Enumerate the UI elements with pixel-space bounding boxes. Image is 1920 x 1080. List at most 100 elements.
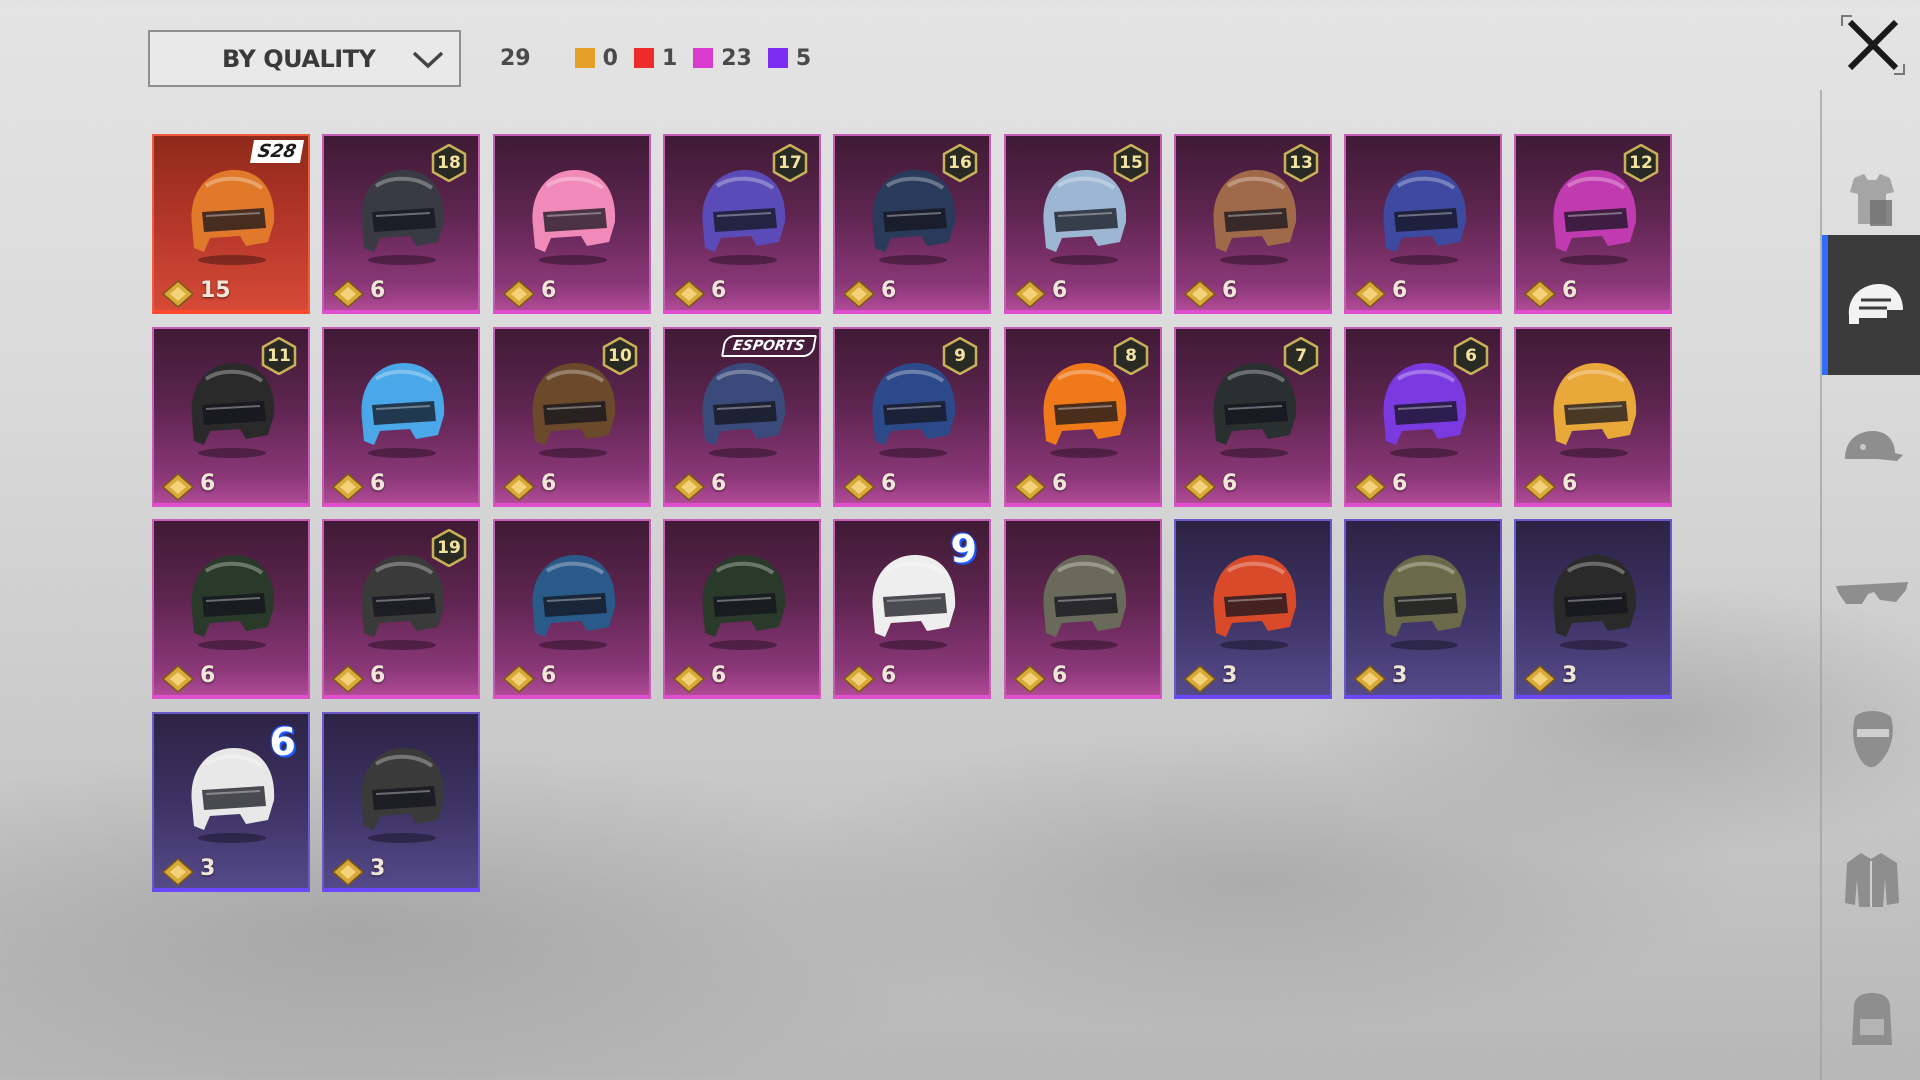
- helmet-image: [1383, 555, 1467, 650]
- quality-swatch-epic: [693, 48, 714, 68]
- helmet-image: [1553, 555, 1637, 650]
- outfit-icon: [1850, 174, 1894, 226]
- item-price: 3: [200, 856, 216, 881]
- item-price: 6: [1562, 278, 1578, 303]
- helmet-card[interactable]: 6 ESPORTS: [663, 327, 821, 507]
- item-price: 6: [1052, 663, 1068, 688]
- shard-currency-icon: [1524, 280, 1556, 308]
- shard-currency-icon: [162, 665, 194, 693]
- helmet-card[interactable]: 69: [833, 327, 991, 507]
- shard-currency-icon: [1524, 665, 1556, 693]
- shard-currency-icon: [332, 858, 364, 886]
- helmet-card[interactable]: 67: [1174, 327, 1332, 507]
- sidebar-item-helmet[interactable]: [1822, 235, 1920, 375]
- sidebar-item-glasses[interactable]: [1822, 524, 1920, 664]
- shard-currency-icon: [332, 473, 364, 501]
- season-tag: S28: [249, 140, 305, 163]
- helmet-card[interactable]: 6: [152, 519, 310, 699]
- close-button[interactable]: [1838, 12, 1908, 78]
- shard-currency-icon: [332, 280, 364, 308]
- shard-currency-icon: [673, 280, 705, 308]
- item-price: 6: [200, 663, 216, 688]
- jacket-icon: [1845, 853, 1899, 907]
- helmet-card[interactable]: 15 S28: [152, 134, 310, 314]
- helmet-card[interactable]: 3: [1174, 519, 1332, 699]
- helmet-card[interactable]: 66: [1344, 327, 1502, 507]
- item-price: 6: [1222, 278, 1238, 303]
- helmet-card[interactable]: 6 15: [1004, 134, 1162, 314]
- level-badge: 13: [1282, 144, 1320, 182]
- helmet-image: [191, 170, 275, 265]
- sidebar-item-jacket[interactable]: [1822, 810, 1920, 950]
- helmet-card[interactable]: 6 11: [152, 327, 310, 507]
- item-price: 6: [881, 663, 897, 688]
- cap-icon: [1845, 431, 1903, 461]
- level-badge: 17: [771, 144, 809, 182]
- item-price: 3: [1562, 663, 1578, 688]
- helmet-card[interactable]: 6: [493, 519, 651, 699]
- helmet-card[interactable]: 6 16: [833, 134, 991, 314]
- shard-currency-icon: [1014, 665, 1046, 693]
- helmet-card[interactable]: 6 12: [1514, 134, 1672, 314]
- item-price: 6: [1562, 471, 1578, 496]
- helmet-image: [532, 170, 616, 265]
- edition-number-badge: 6: [269, 720, 296, 764]
- helmet-card[interactable]: 3: [1514, 519, 1672, 699]
- esports-tag: ESPORTS: [721, 335, 817, 357]
- level-badge: 16: [941, 144, 979, 182]
- shard-currency-icon: [503, 280, 535, 308]
- level-badge-number: 19: [437, 538, 461, 558]
- helmet-card[interactable]: 6 13: [1174, 134, 1332, 314]
- level-badge-number: 9: [954, 346, 966, 366]
- helmet-card[interactable]: 68: [1004, 327, 1162, 507]
- item-price: 6: [711, 278, 727, 303]
- shard-currency-icon: [162, 473, 194, 501]
- item-price: 3: [1392, 663, 1408, 688]
- sidebar-item-cap[interactable]: [1822, 380, 1920, 520]
- helmet-card[interactable]: 36: [152, 712, 310, 892]
- helmet-card[interactable]: 69: [833, 519, 991, 699]
- helmet-card[interactable]: 6: [1344, 134, 1502, 314]
- level-badge-number: 7: [1295, 346, 1307, 366]
- helmet-card[interactable]: 3: [1344, 519, 1502, 699]
- helmet-image: [1553, 363, 1637, 458]
- close-icon: [1841, 15, 1905, 75]
- helmet-image: [361, 363, 445, 458]
- level-badge: 7: [1282, 337, 1320, 375]
- level-badge-number: 13: [1289, 153, 1313, 173]
- helmet-card[interactable]: 6 10: [493, 327, 651, 507]
- helmet-card[interactable]: 6: [1514, 327, 1672, 507]
- helmet-card[interactable]: 6: [493, 134, 651, 314]
- shard-currency-icon: [1184, 280, 1216, 308]
- helmet-card[interactable]: 6 19: [322, 519, 480, 699]
- quality-count-rare: 5: [795, 45, 812, 71]
- helmet-image: [532, 555, 616, 650]
- helmet-card[interactable]: 6: [1004, 519, 1162, 699]
- quality-counts: 29 0 1 23 5: [500, 40, 819, 76]
- level-badge: 10: [601, 337, 639, 375]
- backpack-icon: [1852, 993, 1892, 1045]
- helmet-image: [1213, 555, 1297, 650]
- shard-currency-icon: [1354, 280, 1386, 308]
- helmet-card[interactable]: 6: [322, 327, 480, 507]
- helmet-card[interactable]: 6: [663, 519, 821, 699]
- level-badge-number: 6: [1465, 346, 1477, 366]
- sidebar-item-mask[interactable]: [1822, 668, 1920, 808]
- sort-dropdown[interactable]: BY QUALITY: [148, 30, 461, 87]
- shard-currency-icon: [162, 280, 194, 308]
- level-badge: 11: [260, 337, 298, 375]
- item-price: 6: [1222, 471, 1238, 496]
- shard-currency-icon: [673, 665, 705, 693]
- shard-currency-icon: [1184, 473, 1216, 501]
- item-price: 6: [711, 663, 727, 688]
- helmet-card[interactable]: 6 18: [322, 134, 480, 314]
- sidebar-item-backpack[interactable]: [1822, 950, 1920, 1080]
- shard-currency-icon: [1014, 473, 1046, 501]
- shard-currency-icon: [843, 665, 875, 693]
- level-badge: 9: [941, 337, 979, 375]
- helmet-card[interactable]: 3: [322, 712, 480, 892]
- level-badge-number: 15: [1119, 153, 1143, 173]
- item-price: 6: [1392, 471, 1408, 496]
- helmet-card[interactable]: 6 17: [663, 134, 821, 314]
- level-badge-number: 11: [267, 346, 291, 366]
